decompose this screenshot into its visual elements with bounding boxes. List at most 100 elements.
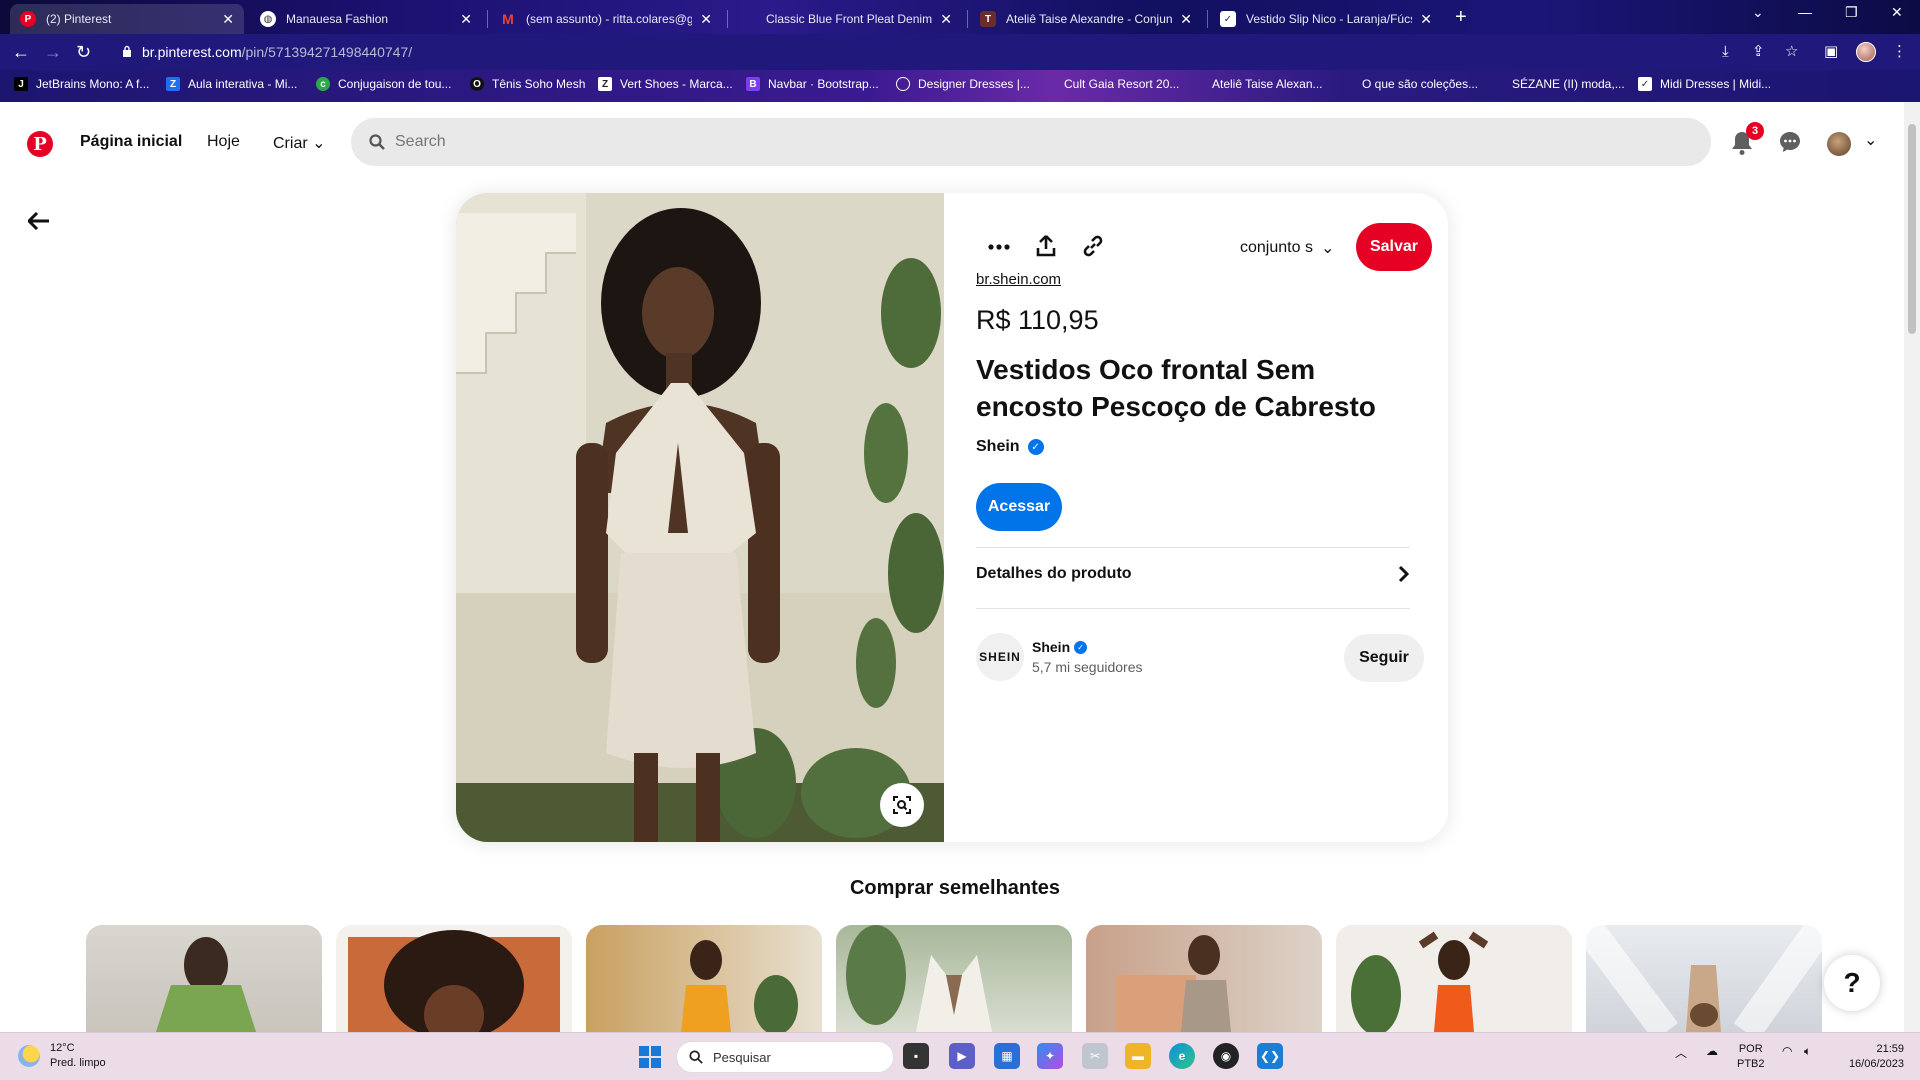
- board-selector[interactable]: conjunto s ⌄: [1240, 238, 1334, 258]
- product-thumbnail: [1586, 925, 1822, 1032]
- edge-icon[interactable]: e: [1169, 1043, 1195, 1069]
- vscode-icon[interactable]: ❮❯: [1257, 1043, 1283, 1069]
- copilot-icon[interactable]: ✦: [1037, 1043, 1063, 1069]
- nav-today[interactable]: Hoje: [207, 133, 240, 151]
- tab-vestido[interactable]: ✓ Vestido Slip Nico - Laranja/Fúcsia ✕: [1210, 4, 1442, 34]
- bookmark-item[interactable]: Cult Gaia Resort 20...: [1042, 77, 1179, 91]
- close-tab-icon[interactable]: ✕: [1420, 11, 1432, 28]
- pin-image[interactable]: [456, 193, 944, 842]
- similar-product-card[interactable]: [86, 925, 322, 1032]
- bookmark-item[interactable]: ✓ Midi Dresses | Midi...: [1638, 77, 1771, 91]
- follow-button[interactable]: Seguir: [1344, 634, 1424, 682]
- tab-pinterest[interactable]: P (2) Pinterest ✕: [10, 4, 244, 34]
- image-favicon-icon: ✓: [1220, 11, 1236, 27]
- z-icon: Z: [166, 77, 180, 91]
- menu-kebab-icon[interactable]: ⋮: [1892, 43, 1907, 61]
- bookmark-item[interactable]: J JetBrains Mono: A f...: [14, 77, 149, 91]
- search-input[interactable]: Search: [351, 118, 1711, 166]
- forward-icon[interactable]: →: [44, 41, 62, 63]
- back-arrow-icon[interactable]: [28, 212, 50, 230]
- tab-atelie[interactable]: T Ateliê Taise Alexandre - Conjunt ✕: [970, 4, 1202, 34]
- nav-create[interactable]: Criar ⌄: [273, 133, 326, 153]
- creator-avatar[interactable]: SHEIN: [976, 633, 1024, 681]
- creator-name-row[interactable]: Shein ✓: [1032, 639, 1088, 655]
- bookmark-item[interactable]: B Navbar · Bootstrap...: [746, 77, 879, 91]
- side-panel-icon[interactable]: ▣: [1824, 43, 1838, 61]
- nav-home[interactable]: Página inicial: [80, 133, 182, 151]
- product-thumbnail: [156, 937, 256, 1032]
- weather-widget[interactable]: 12°C Pred. limpo: [18, 1041, 106, 1071]
- chevron-down-icon: ⌄: [312, 135, 326, 152]
- tab-search-icon[interactable]: ⌄: [1752, 4, 1764, 21]
- link-icon[interactable]: [1082, 235, 1104, 257]
- wifi-icon[interactable]: ◠: [1782, 1044, 1792, 1058]
- similar-product-card[interactable]: [836, 925, 1072, 1032]
- browser-tab-bar: P (2) Pinterest ✕ ◍ Manauesa Fashion ✕ M…: [0, 0, 1920, 34]
- bookmark-item[interactable]: Designer Dresses |...: [896, 77, 1030, 91]
- bookmark-item[interactable]: O Tênis Soho Mesh: [470, 77, 585, 91]
- page-icon: [1340, 77, 1354, 91]
- bookmark-item[interactable]: c Conjugaison de tou...: [316, 77, 451, 91]
- file-explorer-icon[interactable]: ▬: [1125, 1043, 1151, 1069]
- bookmark-item[interactable]: SÉZANE (II) moda,...: [1490, 77, 1625, 91]
- install-icon[interactable]: ⤓: [1722, 43, 1729, 61]
- similar-product-card[interactable]: [1086, 925, 1322, 1032]
- close-tab-icon[interactable]: ✕: [222, 11, 234, 28]
- brand-name[interactable]: Shein: [976, 438, 1020, 456]
- close-tab-icon[interactable]: ✕: [460, 11, 472, 28]
- new-tab-icon[interactable]: +: [1455, 6, 1467, 28]
- user-avatar[interactable]: [1827, 132, 1851, 156]
- visit-button[interactable]: Acessar: [976, 483, 1062, 531]
- bookmark-item[interactable]: Z Aula interativa - Mi...: [166, 77, 297, 91]
- upload-share-icon[interactable]: [1036, 235, 1056, 257]
- bookmark-item[interactable]: Ateliê Taise Alexan...: [1190, 77, 1323, 91]
- tray-chevron-up-icon[interactable]: ︿: [1675, 1044, 1687, 1061]
- tab-gmail[interactable]: M (sem assunto) - ritta.colares@gm ✕: [490, 4, 722, 34]
- browser-profile-avatar[interactable]: [1856, 42, 1876, 62]
- similar-product-card[interactable]: [1336, 925, 1572, 1032]
- url-field[interactable]: br.pinterest.com/pin/571394271498440747/: [110, 38, 1880, 66]
- clock[interactable]: 21:59 16/06/2023: [1836, 1042, 1904, 1072]
- language-indicator[interactable]: POR PTB2: [1737, 1042, 1765, 1072]
- similar-product-card[interactable]: [586, 925, 822, 1032]
- bookmark-item[interactable]: O que são coleções...: [1340, 77, 1478, 91]
- close-tab-icon[interactable]: ✕: [940, 11, 952, 28]
- source-link[interactable]: br.shein.com: [976, 271, 1061, 288]
- similar-products-grid: [86, 925, 1826, 1032]
- save-button[interactable]: Salvar: [1356, 223, 1432, 271]
- teams-chat-icon[interactable]: ▶: [949, 1043, 975, 1069]
- close-window-icon[interactable]: ✕: [1891, 4, 1903, 21]
- similar-product-card[interactable]: [336, 925, 572, 1032]
- bookmark-item[interactable]: Z Vert Shoes - Marca...: [598, 77, 733, 91]
- product-details-row[interactable]: Detalhes do produto: [976, 549, 1410, 599]
- more-options-icon[interactable]: [988, 244, 1010, 250]
- tab-manauesa[interactable]: ◍ Manauesa Fashion ✕: [250, 4, 482, 34]
- help-button[interactable]: ?: [1824, 955, 1880, 1011]
- volume-icon[interactable]: 🔈︎: [1804, 1044, 1811, 1059]
- onedrive-icon[interactable]: ☁: [1706, 1044, 1718, 1058]
- messages-icon[interactable]: [1778, 130, 1802, 154]
- pinterest-favicon-icon: P: [20, 11, 36, 27]
- bookmark-star-icon[interactable]: ☆: [1785, 43, 1798, 61]
- visual-search-icon[interactable]: [880, 783, 924, 827]
- close-tab-icon[interactable]: ✕: [700, 11, 712, 28]
- minimize-icon[interactable]: —: [1798, 4, 1812, 20]
- windows-start-icon[interactable]: [639, 1046, 661, 1068]
- chrome-profile-icon[interactable]: ◉: [1213, 1043, 1239, 1069]
- share-icon[interactable]: ⇪: [1752, 43, 1765, 61]
- back-icon[interactable]: ←: [12, 41, 30, 63]
- restore-icon[interactable]: ❐: [1845, 4, 1858, 21]
- tab-denim[interactable]: Classic Blue Front Pleat Denim - ✕: [730, 4, 962, 34]
- account-chevron-down-icon[interactable]: ⌄: [1864, 130, 1877, 150]
- reload-icon[interactable]: ↻: [76, 41, 91, 63]
- snipping-tool-icon[interactable]: ✂: [1082, 1043, 1108, 1069]
- close-tab-icon[interactable]: ✕: [1180, 11, 1192, 28]
- pinterest-logo-icon[interactable]: P: [27, 131, 53, 157]
- task-view-icon[interactable]: ▪: [903, 1043, 929, 1069]
- tab-separator: [487, 10, 488, 28]
- similar-product-card[interactable]: [1586, 925, 1822, 1032]
- page-scrollbar[interactable]: [1904, 102, 1920, 1032]
- store-icon[interactable]: ▦: [994, 1043, 1020, 1069]
- scrollbar-thumb[interactable]: [1908, 124, 1916, 334]
- taskbar-search-input[interactable]: Pesquisar: [676, 1041, 894, 1073]
